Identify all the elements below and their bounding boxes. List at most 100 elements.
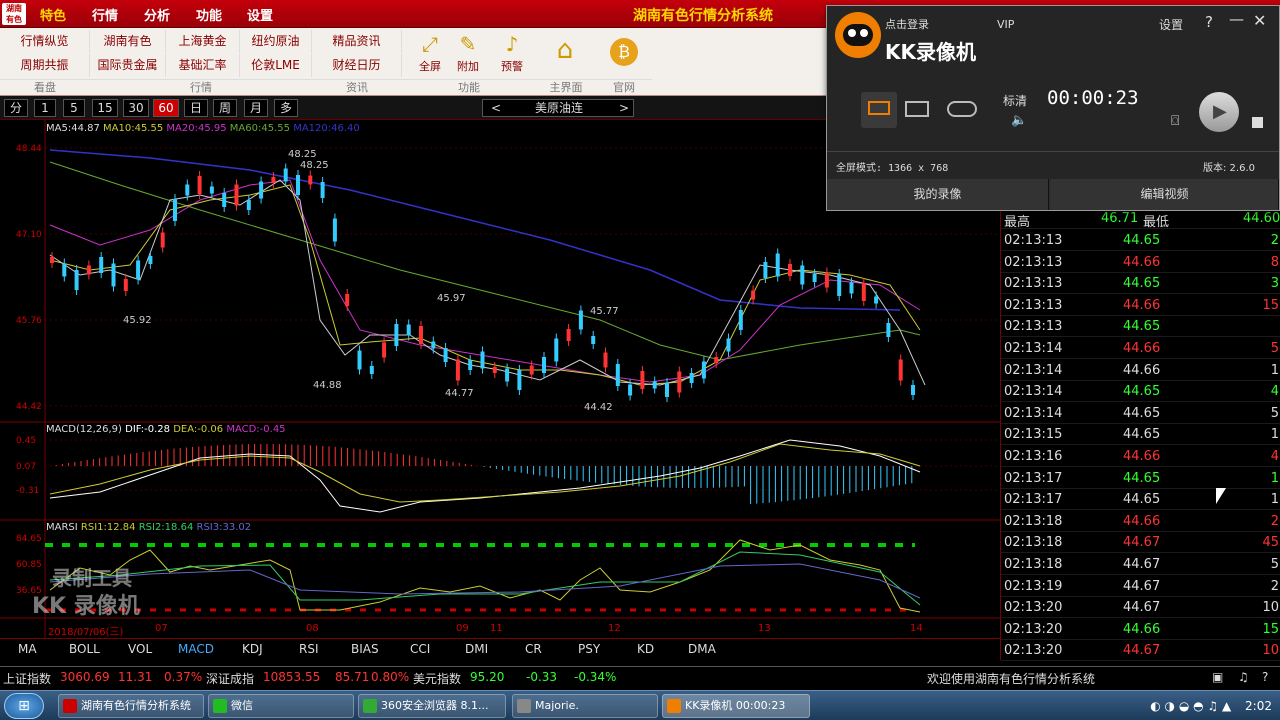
- period-multi[interactable]: 多: [274, 99, 298, 117]
- tick-time: 02:13:14: [1004, 362, 1063, 378]
- close-icon[interactable]: ✕: [1253, 11, 1266, 30]
- period-5[interactable]: 5: [63, 99, 85, 117]
- bell-icon[interactable]: ♫: [1238, 670, 1249, 684]
- task-majorie[interactable]: Majorie.: [512, 694, 658, 718]
- tray-icons[interactable]: ◐ ◑ ◒ ◓ ♫ ▲: [1150, 699, 1231, 713]
- candle: [492, 367, 497, 373]
- kk-edit-video-button[interactable]: 编辑视频: [1051, 179, 1279, 210]
- tab-bias[interactable]: BIAS: [351, 642, 379, 656]
- tb-overview-button[interactable]: 行情纵览: [0, 30, 90, 53]
- kk-vip-badge[interactable]: VIP: [997, 18, 1014, 31]
- tick-time: 02:13:18: [1004, 535, 1063, 551]
- stop-icon[interactable]: [1252, 117, 1263, 128]
- task-wechat[interactable]: 微信: [208, 694, 354, 718]
- home-button[interactable]: ⌂: [537, 30, 593, 78]
- task-browser[interactable]: 360安全浏览器 8.1...: [358, 694, 506, 718]
- menu-featured[interactable]: 特色: [40, 5, 66, 24]
- candle: [751, 290, 756, 300]
- candle: [886, 323, 891, 337]
- tab-macd[interactable]: MACD: [178, 642, 214, 656]
- caption-news: 资讯: [312, 79, 402, 95]
- start-button[interactable]: ⊞: [4, 693, 44, 719]
- period-1[interactable]: 1: [34, 99, 56, 117]
- camera-icon[interactable]: ⌼: [1171, 113, 1179, 129]
- alert-button[interactable]: ♪ 预警: [484, 30, 540, 78]
- tb-hunan-button[interactable]: 湖南有色: [90, 30, 166, 53]
- kk-quality-label[interactable]: 标清: [1003, 92, 1027, 109]
- tick-time: 02:13:13: [1004, 233, 1063, 248]
- tick-time: 02:13:20: [1004, 600, 1063, 616]
- price-annotation: 44.42: [584, 402, 613, 413]
- taskbar: ⊞ 湖南有色行情分析系统 微信 360安全浏览器 8.1... Majorie.…: [0, 690, 1280, 720]
- sh-index-label: 上证指数: [3, 672, 52, 686]
- kk-settings-button[interactable]: 设置: [1159, 16, 1183, 33]
- period-30[interactable]: 30: [123, 99, 149, 117]
- notice-icon[interactable]: ▣: [1212, 670, 1223, 684]
- tab-ma[interactable]: MA: [18, 642, 37, 656]
- candle: [296, 175, 300, 195]
- candle: [701, 361, 706, 379]
- kk-screen-mode-button[interactable]: [861, 92, 897, 128]
- tb-fx-button[interactable]: 基础汇率: [166, 54, 240, 77]
- menu-analysis[interactable]: 分析: [144, 5, 170, 24]
- tick-time: 02:13:14: [1004, 405, 1063, 421]
- tb-shanghai-gold-button[interactable]: 上海黄金: [166, 30, 240, 53]
- candle: [394, 324, 399, 346]
- kk-record-button[interactable]: ▶: [1199, 92, 1239, 132]
- period-tick[interactable]: 分: [4, 99, 28, 117]
- candle: [332, 218, 337, 242]
- tab-kd[interactable]: KD: [637, 642, 654, 656]
- task-kk-recorder[interactable]: KK录像机 00:00:23: [662, 694, 810, 718]
- website-button[interactable]: ₿: [596, 30, 652, 78]
- candle: [455, 359, 460, 381]
- gamepad-icon[interactable]: [947, 101, 977, 117]
- symbol-navigator: < 美原油连 >: [482, 99, 634, 117]
- help-icon[interactable]: ?: [1262, 670, 1268, 684]
- candle: [148, 256, 153, 264]
- tb-lme-button[interactable]: 伦敦LME: [240, 54, 312, 77]
- prev-symbol-button[interactable]: <: [491, 100, 501, 116]
- menu-function[interactable]: 功能: [196, 5, 222, 24]
- tb-ny-crude-button[interactable]: 纽约原油: [240, 30, 312, 53]
- tab-dmi[interactable]: DMI: [465, 642, 488, 656]
- period-day[interactable]: 日: [184, 99, 208, 117]
- tab-kdj[interactable]: KDJ: [242, 642, 263, 656]
- tb-news-button[interactable]: 精品资讯: [312, 30, 402, 53]
- tab-boll[interactable]: BOLL: [69, 642, 100, 656]
- caption-market: 行情: [90, 79, 312, 95]
- candle: [542, 357, 546, 373]
- tb-cycle-button[interactable]: 周期共振: [0, 54, 90, 77]
- x-axis-label: 09: [456, 623, 469, 634]
- tick-volume: 1: [1270, 470, 1279, 486]
- tick-volume: 4: [1270, 449, 1279, 464]
- task-hunan-app[interactable]: 湖南有色行情分析系统: [58, 694, 204, 718]
- period-week[interactable]: 周: [213, 99, 237, 117]
- kk-login-link[interactable]: 点击登录: [885, 16, 929, 32]
- window-icon[interactable]: [905, 101, 929, 117]
- kk-help-button[interactable]: ?: [1205, 13, 1213, 31]
- next-symbol-button[interactable]: >: [619, 100, 629, 116]
- tick-time: 02:13:17: [1004, 492, 1063, 508]
- speaker-icon[interactable]: 🔈: [1011, 113, 1027, 128]
- tb-precious-button[interactable]: 国际贵金属: [90, 54, 166, 77]
- tab-dma[interactable]: DMA: [688, 642, 716, 656]
- tab-psy[interactable]: PSY: [578, 642, 600, 656]
- minimize-icon[interactable]: —: [1229, 10, 1244, 28]
- candle: [812, 274, 817, 282]
- clock[interactable]: 2:02: [1245, 699, 1272, 713]
- tab-rsi[interactable]: RSI: [299, 642, 319, 656]
- tab-vol[interactable]: VOL: [128, 642, 152, 656]
- tab-cr[interactable]: CR: [525, 642, 542, 656]
- tick-volume: 5: [1270, 405, 1279, 421]
- candle: [861, 283, 866, 301]
- candle: [468, 360, 473, 370]
- period-60[interactable]: 60: [153, 99, 179, 117]
- period-15[interactable]: 15: [92, 99, 118, 117]
- period-month[interactable]: 月: [244, 99, 268, 117]
- menu-settings[interactable]: 设置: [247, 5, 273, 24]
- kk-my-recordings-button[interactable]: 我的录像: [827, 179, 1049, 210]
- menu-market[interactable]: 行情: [92, 5, 118, 24]
- tb-calendar-button[interactable]: 财经日历: [312, 54, 402, 77]
- tab-cci[interactable]: CCI: [410, 642, 430, 656]
- tick-volume: 8: [1270, 254, 1279, 270]
